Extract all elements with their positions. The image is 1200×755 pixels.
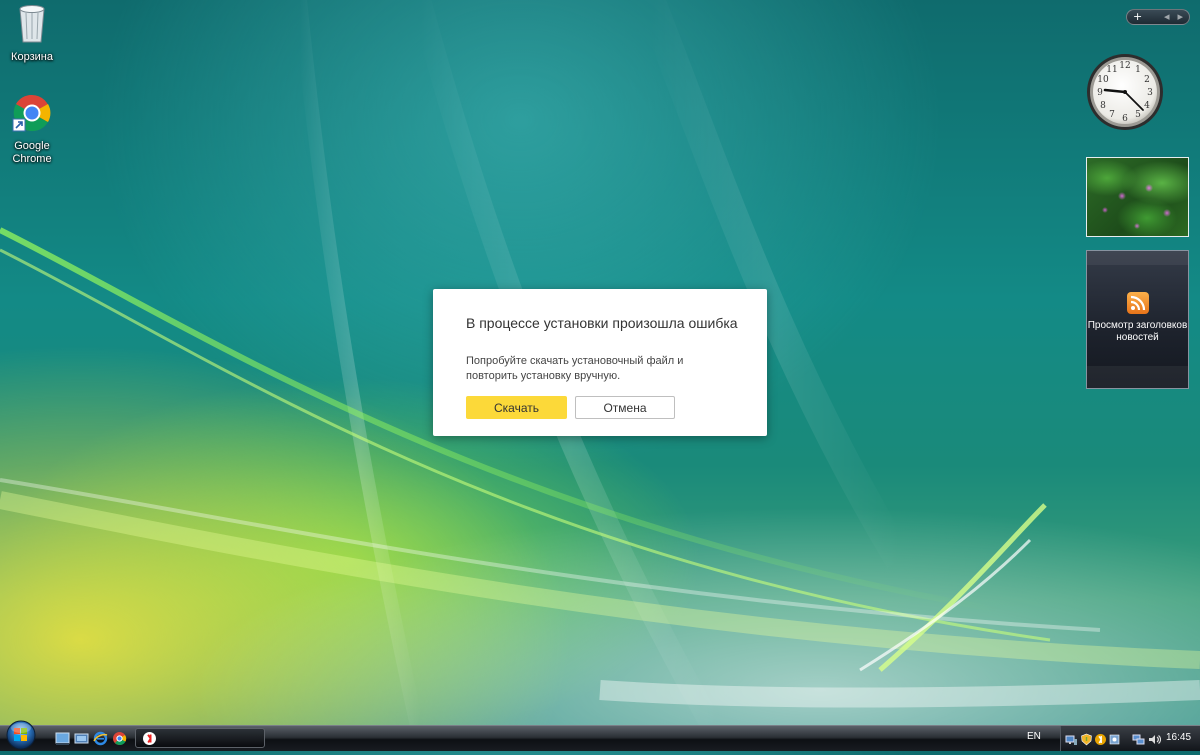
clock-number: 6 (1122, 114, 1128, 124)
taskbar: EN 16:45 (0, 720, 1200, 751)
sidebar-tray-icon[interactable] (1108, 731, 1121, 745)
cancel-button[interactable]: Отмена (575, 396, 675, 419)
clock-number: 9 (1097, 88, 1103, 98)
show-desktop-icon[interactable] (55, 731, 70, 746)
clock-number: 5 (1135, 110, 1141, 120)
yandex-icon (142, 731, 157, 750)
volume-icon[interactable] (1148, 731, 1162, 744)
chrome-shortcut[interactable]: Google Chrome (0, 93, 64, 166)
chrome-label: Google Chrome (12, 140, 52, 165)
windows-logo-icon (6, 720, 36, 750)
language-indicator[interactable]: EN (1027, 731, 1041, 742)
clock-number: 8 (1100, 101, 1106, 111)
taskbar-clock[interactable]: 16:45 (1166, 732, 1191, 743)
clock-number: 12 (1119, 61, 1130, 71)
recycle-bin-label: Корзина (11, 51, 53, 63)
gadget-toolbar: + ◂ ▸ (1126, 9, 1190, 25)
recycle-bin-icon (0, 2, 64, 48)
security-shield-icon[interactable] (1080, 731, 1093, 746)
dialog-message: Попробуйте скачать установочный файл и п… (466, 355, 684, 382)
news-feed-gadget[interactable]: Просмотр заголовков новостей (1086, 250, 1189, 389)
install-error-dialog: В процессе установки произошла ошибка По… (433, 289, 767, 436)
clock-number: 10 (1097, 75, 1109, 85)
switch-windows-icon[interactable] (74, 731, 89, 746)
clock-number: 3 (1147, 88, 1153, 98)
add-gadget-button[interactable]: + (1133, 10, 1142, 24)
rss-icon (1126, 292, 1149, 314)
clock-face: 12 1 2 3 4 5 6 7 8 9 10 11 (1087, 54, 1163, 130)
app-tray-icon[interactable] (1094, 731, 1107, 745)
dialog-title: В процессе установки произошла ошибка (466, 315, 738, 331)
chrome-icon (0, 93, 64, 137)
clock-number: 4 (1144, 101, 1150, 111)
clock-gadget[interactable]: 12 1 2 3 4 5 6 7 8 9 10 11 (1086, 40, 1164, 144)
next-gadget-button[interactable]: ▸ (1177, 10, 1183, 24)
clock-number: 11 (1106, 65, 1117, 75)
network-connection-icon[interactable] (1132, 731, 1145, 745)
internet-explorer-icon[interactable] (93, 731, 108, 746)
taskbar-window-button[interactable] (135, 728, 265, 748)
recycle-bin-shortcut[interactable]: Корзина (0, 2, 64, 64)
news-gadget-label: Просмотр заголовков новостей (1087, 320, 1188, 343)
clock-number: 1 (1135, 65, 1141, 75)
network-tray-icon[interactable] (1065, 731, 1078, 745)
download-button[interactable]: Скачать (466, 396, 567, 419)
clock-number: 2 (1144, 75, 1150, 85)
prev-gadget-button[interactable]: ◂ (1164, 10, 1170, 24)
start-button[interactable] (1, 719, 41, 751)
clock-number: 7 (1109, 110, 1115, 120)
slideshow-gadget[interactable] (1086, 157, 1189, 237)
chrome-icon[interactable] (112, 731, 127, 746)
